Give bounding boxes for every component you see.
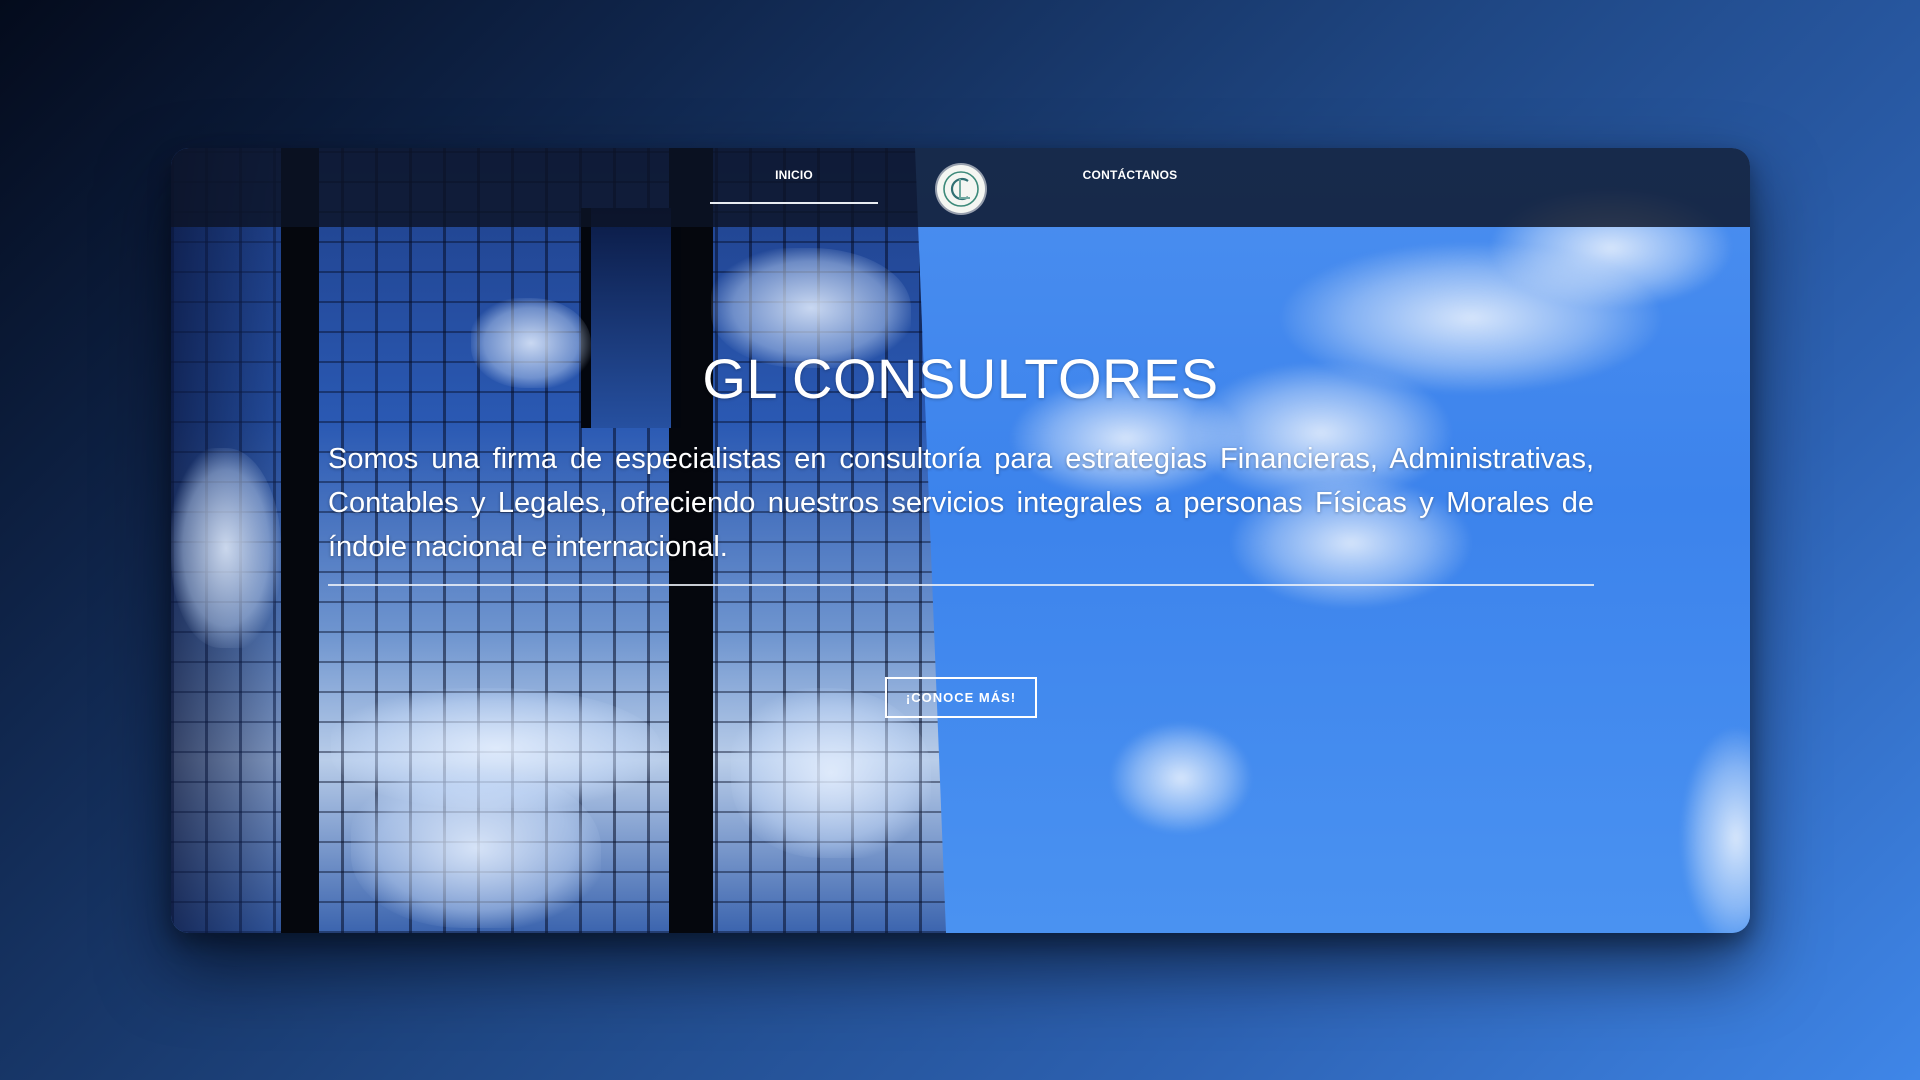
conoce-mas-button[interactable]: ¡CONOCE MÁS!: [885, 677, 1037, 718]
logo-mark-icon: [943, 171, 979, 207]
nav-item-label: CONTÁCTANOS: [1082, 168, 1178, 182]
hero-description: Somos una firma de especialistas en cons…: [328, 443, 1594, 563]
nav-item-label: INICIO: [775, 168, 813, 182]
top-navbar: INICIO CONTÁCTANOS: [171, 148, 1750, 227]
nav-item-contactanos[interactable]: CONTÁCTANOS: [1046, 148, 1214, 202]
hero-title: GL CONSULTORES: [702, 346, 1219, 410]
gl-consultores-logo-icon[interactable]: [937, 165, 985, 213]
hero-divider: [328, 584, 1594, 586]
browser-viewport: INICIO CONTÁCTANOS GL CONSULTORES Somos …: [171, 148, 1750, 933]
nav-item-inicio[interactable]: INICIO: [710, 148, 878, 204]
